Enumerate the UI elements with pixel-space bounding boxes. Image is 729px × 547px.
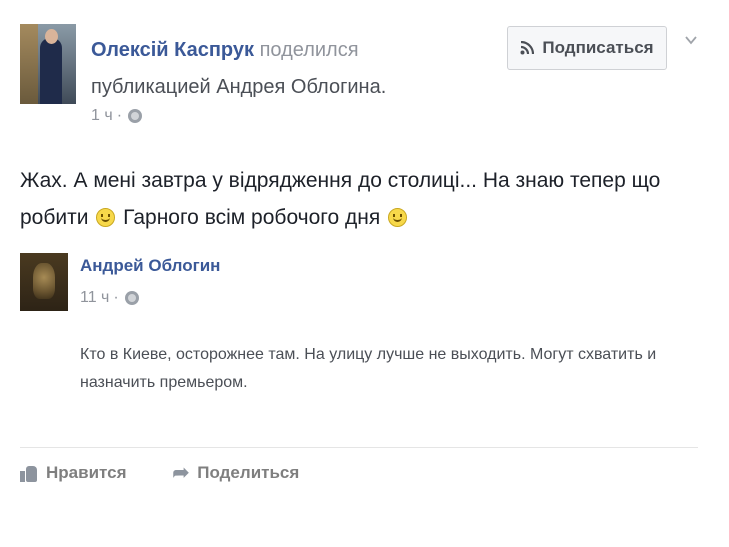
post-time[interactable]: 1 ч: [91, 107, 113, 125]
smiley-icon: [96, 208, 116, 227]
like-icon: [20, 464, 38, 482]
subscribe-label: Подписаться: [542, 38, 654, 57]
shared-verb: поделился: [259, 39, 359, 61]
share-button[interactable]: ➦ Поделиться: [173, 463, 300, 483]
rss-icon: [520, 41, 535, 55]
shared-author-name[interactable]: Андрей Облогин: [80, 256, 220, 276]
smiley-icon: [388, 208, 408, 227]
divider: [20, 447, 698, 448]
shared-post-meta: 11 ч ·: [80, 289, 139, 307]
meta-separator: ·: [116, 107, 123, 124]
globe-icon[interactable]: [128, 109, 143, 123]
author-name[interactable]: Олексій Каспрук: [91, 39, 254, 61]
shared-author-avatar[interactable]: [20, 253, 68, 311]
post-body-part2: Гарного всім робочого дня: [123, 206, 381, 229]
shared-post-time[interactable]: 11 ч: [80, 289, 109, 307]
share-icon: ➦: [172, 462, 190, 484]
post-body: Жах. А мені завтра у відрядження до стол…: [20, 162, 680, 236]
post-card: Олексій Каспрук поделился публикацией Ан…: [0, 0, 716, 520]
shared-object-link[interactable]: публикацией Андрея Облогина.: [91, 76, 386, 98]
action-bar: Нравится ➦ Поделиться: [20, 463, 299, 483]
post-header: Олексій Каспрук поделился публикацией Ан…: [91, 32, 491, 106]
globe-icon[interactable]: [124, 291, 139, 305]
shared-post-text: Кто в Киеве, осторожнее там. На улицу лу…: [80, 346, 657, 391]
like-label: Нравится: [46, 463, 127, 482]
subscribe-button[interactable]: Подписаться: [507, 26, 667, 70]
author-avatar[interactable]: [20, 24, 76, 104]
chevron-down-icon[interactable]: [684, 33, 698, 47]
share-label: Поделиться: [197, 463, 300, 482]
like-button[interactable]: Нравится: [20, 463, 127, 483]
meta-separator: ·: [113, 289, 119, 306]
post-meta: 1 ч ·: [91, 107, 143, 125]
